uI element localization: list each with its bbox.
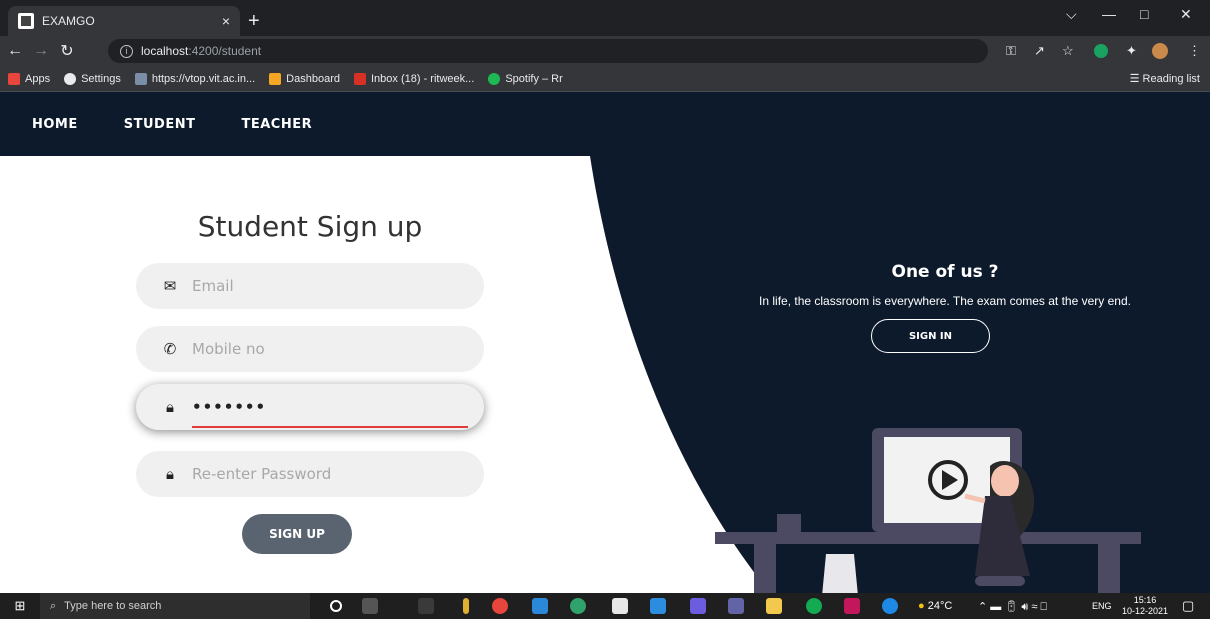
gear-icon: [64, 72, 77, 85]
url-host: localhost: [141, 44, 189, 58]
focus-underline: [192, 426, 468, 428]
browser-tab-strip: EXAMGO × + ⌵ — □ ✕: [0, 0, 1210, 36]
tab-title: EXAMGO: [42, 14, 95, 28]
tab-search-icon[interactable]: ⌵: [1066, 6, 1077, 23]
help-icon[interactable]: [882, 598, 898, 614]
tab-close-icon[interactable]: ×: [222, 13, 230, 29]
taskbar-clock[interactable]: 15:16 10-12-2021: [1122, 595, 1168, 617]
bookmark-label: Dashboard: [286, 72, 340, 85]
mobile-input[interactable]: [192, 340, 452, 358]
bookmark-settings[interactable]: Settings: [64, 72, 121, 85]
bookmark-vtop[interactable]: https://vtop.vit.ac.in...: [134, 72, 256, 85]
windows-taskbar: ⊞ ⌕ Type here to search ● 24°C ⌃ ▬ 🔋︎ 🔊︎…: [0, 593, 1210, 619]
bookmarks-bar: Apps Settings https://vtop.vit.ac.in... …: [0, 66, 1210, 92]
mail-icon[interactable]: [532, 598, 548, 614]
input-language[interactable]: ENG: [1092, 601, 1112, 611]
nav-teacher[interactable]: TEACHER: [241, 117, 312, 132]
lock-icon: 🔒︎: [166, 465, 174, 483]
weather-widget[interactable]: ● 24°C: [918, 600, 952, 612]
taskbar-search[interactable]: ⌕ Type here to search: [40, 593, 310, 619]
password-input[interactable]: [192, 398, 452, 416]
terminal-icon[interactable]: [418, 598, 434, 614]
share-icon[interactable]: ↗: [1034, 43, 1045, 59]
profile-avatar[interactable]: [1152, 43, 1168, 59]
search-icon: ⌕: [50, 599, 57, 612]
task-view-icon[interactable]: [362, 598, 378, 614]
vtop-favicon-icon: [134, 72, 147, 85]
clock-date: 10-12-2021: [1121, 606, 1168, 616]
extensions-puzzle-icon[interactable]: ✦: [1126, 43, 1137, 59]
mongodb-icon[interactable]: [806, 598, 822, 614]
browser-toolbar: ← → ↻ i localhost:4200/student ⚿ ↗ ☆ ✦ ⋮: [0, 36, 1210, 66]
lightning-app-icon[interactable]: [463, 598, 469, 614]
temperature: 24°C: [927, 600, 953, 612]
bookmark-gmail[interactable]: Inbox (18) - ritweek...: [353, 72, 475, 85]
key-icon[interactable]: ⚿: [1006, 43, 1016, 59]
web-page: HOME STUDENT TEACHER One of us ? In life…: [0, 92, 1210, 593]
back-icon[interactable]: ←: [4, 42, 26, 60]
nav-student[interactable]: STUDENT: [124, 117, 196, 132]
reenter-password-field[interactable]: 🔒︎: [136, 451, 484, 497]
bookmark-spotify[interactable]: Spotify – Rr: [488, 72, 563, 85]
lock-icon: 🔒︎: [166, 398, 174, 416]
taskbar-search-placeholder: Type here to search: [64, 600, 162, 612]
store-icon[interactable]: [612, 598, 628, 614]
grammarly-extension-icon[interactable]: [1094, 44, 1108, 58]
bookmark-label: Spotify – Rr: [505, 72, 563, 85]
vscode-icon[interactable]: [650, 598, 666, 614]
signup-title: Student Sign up: [197, 210, 423, 243]
bookmark-label: Settings: [81, 72, 121, 85]
clock-time: 15:16: [1133, 595, 1157, 605]
sign-in-button[interactable]: SIGN IN: [871, 319, 990, 353]
forward-icon[interactable]: →: [30, 42, 52, 60]
mobile-field[interactable]: ✆: [136, 326, 484, 372]
bookmark-label: Apps: [25, 72, 51, 85]
bookmark-label: Inbox (18) - ritweek...: [370, 72, 475, 85]
bookmark-dashboard[interactable]: Dashboard: [269, 72, 340, 85]
browser-tab[interactable]: EXAMGO ×: [8, 6, 240, 36]
site-navbar: HOME STUDENT TEACHER: [0, 92, 1210, 156]
app-icon[interactable]: [844, 598, 860, 614]
intellij-icon[interactable]: [690, 598, 706, 614]
weather-sun-icon: ●: [918, 600, 928, 612]
sign-up-button[interactable]: SIGN UP: [242, 514, 352, 554]
file-explorer-icon[interactable]: [766, 598, 782, 614]
password-field[interactable]: 🔒︎: [136, 384, 484, 430]
envelope-icon: ✉: [163, 278, 177, 295]
tray-icons[interactable]: ⌃ ▬ 🔋︎ 🔊︎ ≈ ⎕: [978, 600, 1047, 614]
minimize-icon[interactable]: —: [1102, 6, 1116, 22]
email-field[interactable]: ✉: [136, 263, 484, 309]
address-bar[interactable]: i localhost:4200/student: [108, 39, 988, 63]
windows-start-icon[interactable]: ⊞: [0, 593, 40, 619]
cortana-icon[interactable]: [330, 600, 342, 612]
dashboard-favicon-icon: [269, 72, 282, 85]
nav-home[interactable]: HOME: [32, 117, 78, 132]
new-tab-button[interactable]: +: [248, 10, 260, 33]
maximize-icon[interactable]: □: [1140, 6, 1148, 22]
notification-icon[interactable]: ▢: [1182, 598, 1194, 614]
bookmark-apps[interactable]: Apps: [8, 72, 51, 85]
email-input[interactable]: [192, 277, 452, 295]
phone-icon: ✆: [163, 341, 177, 358]
apps-grid-icon: [8, 72, 20, 85]
reading-list-label: Reading list: [1142, 73, 1200, 85]
site-info-icon[interactable]: i: [120, 44, 133, 58]
gmail-icon: [353, 72, 366, 85]
close-window-icon[interactable]: ✕: [1180, 6, 1192, 23]
reenter-password-input[interactable]: [192, 465, 452, 483]
edge-icon[interactable]: [570, 598, 586, 614]
tab-favicon-icon: [18, 13, 34, 29]
spotify-icon: [488, 72, 501, 85]
teams-icon[interactable]: [728, 598, 744, 614]
bookmark-label: https://vtop.vit.ac.in...: [151, 72, 256, 85]
bookmark-star-icon[interactable]: ☆: [1062, 43, 1074, 59]
menu-kebab-icon[interactable]: ⋮: [1188, 43, 1201, 59]
promo-text: In life, the classroom is everywhere. Th…: [759, 294, 1131, 308]
reading-list-icon: ☰: [1129, 73, 1143, 85]
chrome-icon[interactable]: [492, 598, 508, 614]
reading-list-button[interactable]: ☰ Reading list: [1130, 72, 1200, 85]
reload-icon[interactable]: ↻: [56, 41, 78, 61]
url-path: :4200/student: [188, 44, 262, 58]
promo-title: One of us ?: [891, 262, 999, 282]
